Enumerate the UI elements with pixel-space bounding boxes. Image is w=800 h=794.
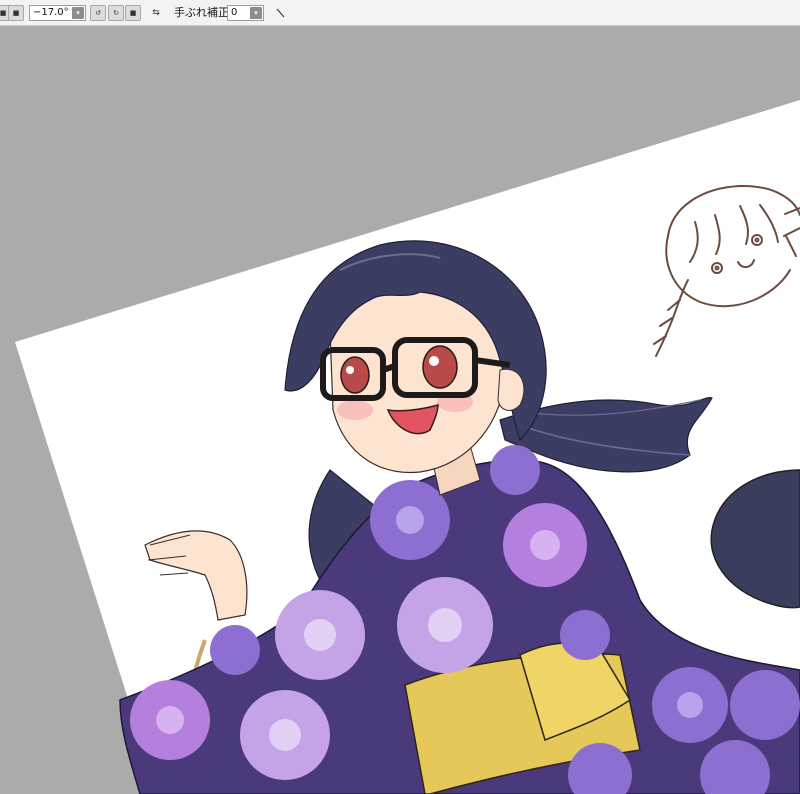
left-eye [340,356,370,394]
toolbar-button[interactable]: ■ [8,5,24,21]
stabilizer-label: 手ぶれ補正 [174,6,229,19]
dropdown-arrow-icon[interactable]: ▾ [72,7,84,19]
ear [497,368,525,411]
stabilizer-value: 0 [231,7,238,18]
reset-rotation-icon: ■ [129,8,137,17]
rotate-right-button[interactable]: ↻ [108,5,124,21]
rotation-angle-field[interactable]: −17.0° ▾ [29,5,86,21]
rotated-canvas-artwork[interactable] [0,27,800,794]
reset-rotation-button[interactable]: ■ [125,5,141,21]
rotation-angle-value: −17.0° [33,7,69,18]
dropdown-arrow-icon[interactable]: ▾ [250,7,262,19]
line-tool-icon[interactable] [273,5,287,21]
rotate-left-button[interactable]: ↺ [90,5,106,21]
flip-icon[interactable]: ⇆ [148,5,164,21]
right-eye [422,345,458,389]
rotate-left-icon: ↺ [95,8,101,17]
stabilizer-field[interactable]: 0 ▾ [227,5,264,21]
tool-option-bar: ■ ■ −17.0° ▾ ↺ ↻ ■ ⇆ 手ぶれ補正 0 ▾ [0,0,800,26]
rotate-right-icon: ↻ [113,8,119,17]
canvas-area[interactable] [0,27,800,794]
